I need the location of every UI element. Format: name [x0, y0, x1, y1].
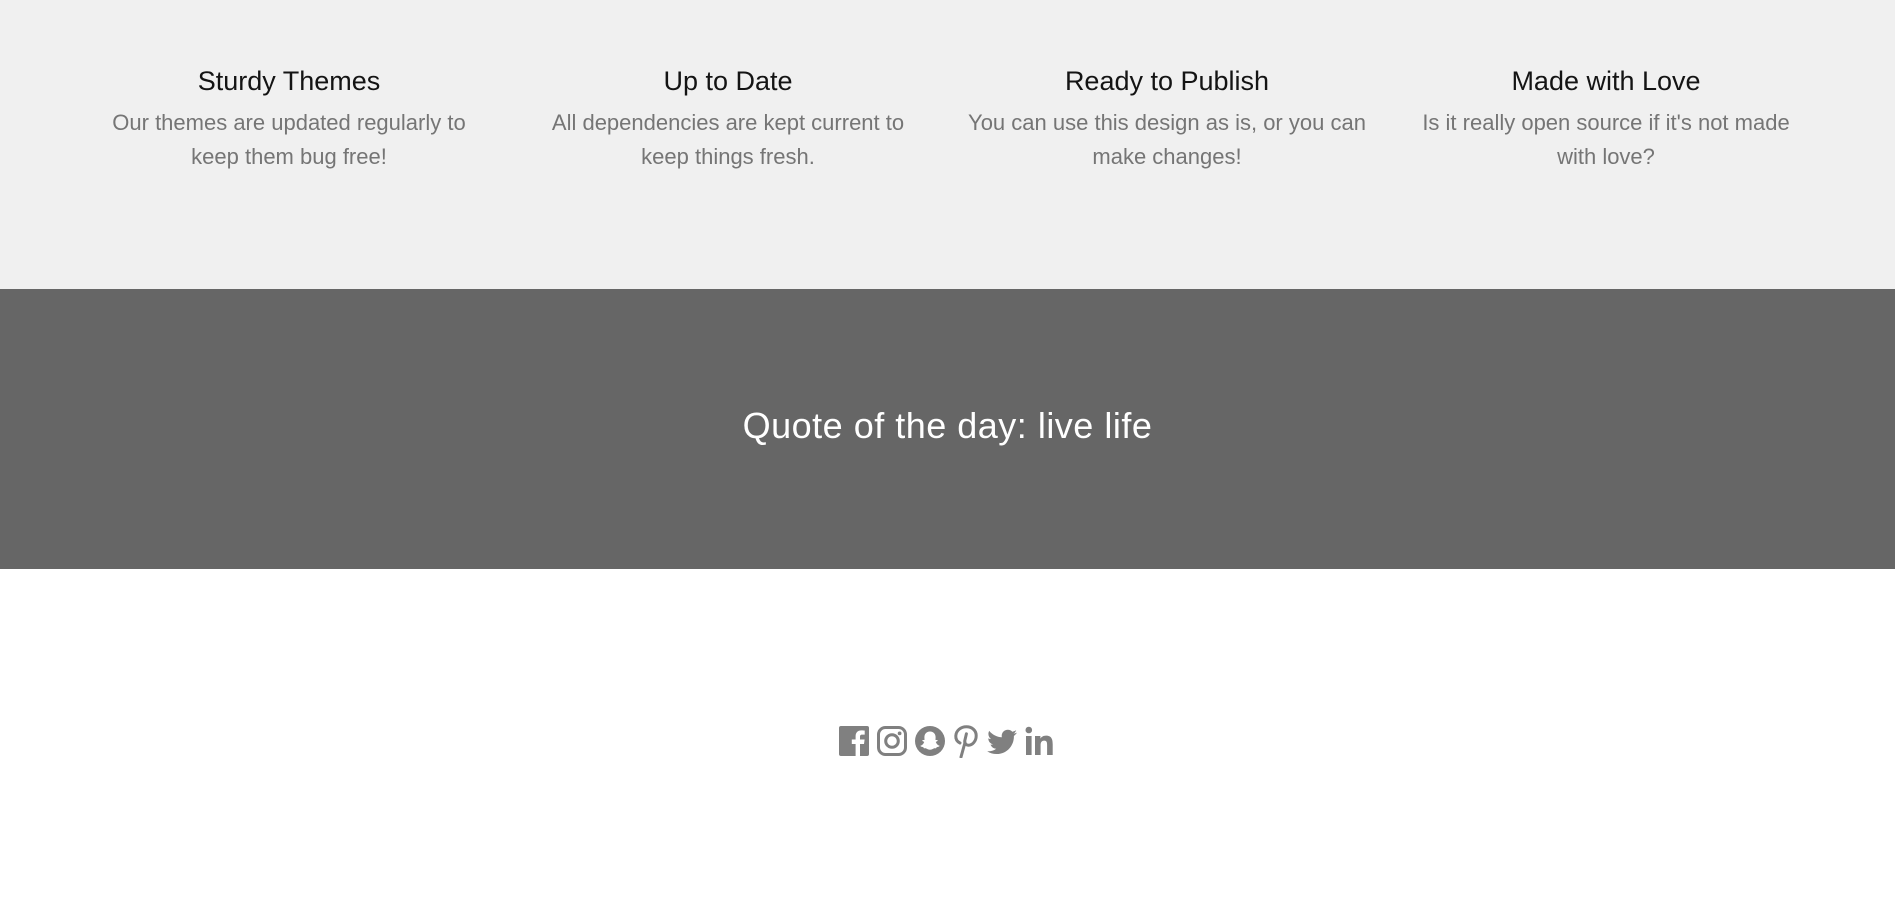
- feature-sturdy-themes: Sturdy Themes Our themes are updated reg…: [89, 62, 489, 174]
- facebook-icon: [839, 726, 869, 756]
- snapchat-icon: [915, 726, 945, 756]
- facebook-link[interactable]: [838, 724, 870, 758]
- linkedin-link[interactable]: [1024, 724, 1056, 758]
- pinterest-icon: [954, 725, 978, 758]
- feature-text: You can use this design as is, or you ca…: [968, 110, 1366, 169]
- twitter-link[interactable]: [986, 724, 1018, 758]
- feature-text: Our themes are updated regularly to keep…: [112, 110, 466, 169]
- twitter-icon: [987, 729, 1017, 754]
- feature-title: Ready to Publish: [1064, 66, 1270, 96]
- quote-section: Quote of the day: live life: [0, 289, 1895, 569]
- footer: [0, 569, 1895, 910]
- feature-up-to-date: Up to Date All dependencies are kept cur…: [528, 62, 928, 174]
- feature-title: Sturdy Themes: [197, 66, 381, 96]
- instagram-icon: [877, 726, 907, 756]
- quote-text: Quote of the day: live life: [742, 405, 1153, 446]
- feature-text: Is it really open source if it's not mad…: [1422, 110, 1790, 169]
- instagram-link[interactable]: [876, 724, 908, 758]
- feature-made-with-love: Made with Love Is it really open source …: [1406, 62, 1806, 174]
- social-links: [838, 723, 1056, 759]
- feature-text: All dependencies are kept current to kee…: [551, 110, 905, 169]
- features-section: Sturdy Themes Our themes are updated reg…: [0, 0, 1895, 289]
- feature-title: Made with Love: [1511, 66, 1701, 96]
- linkedin-icon: [1025, 726, 1053, 755]
- feature-title: Up to Date: [663, 66, 793, 96]
- snapchat-link[interactable]: [914, 724, 946, 758]
- pinterest-link[interactable]: [952, 724, 980, 758]
- feature-ready-to-publish: Ready to Publish You can use this design…: [967, 62, 1367, 174]
